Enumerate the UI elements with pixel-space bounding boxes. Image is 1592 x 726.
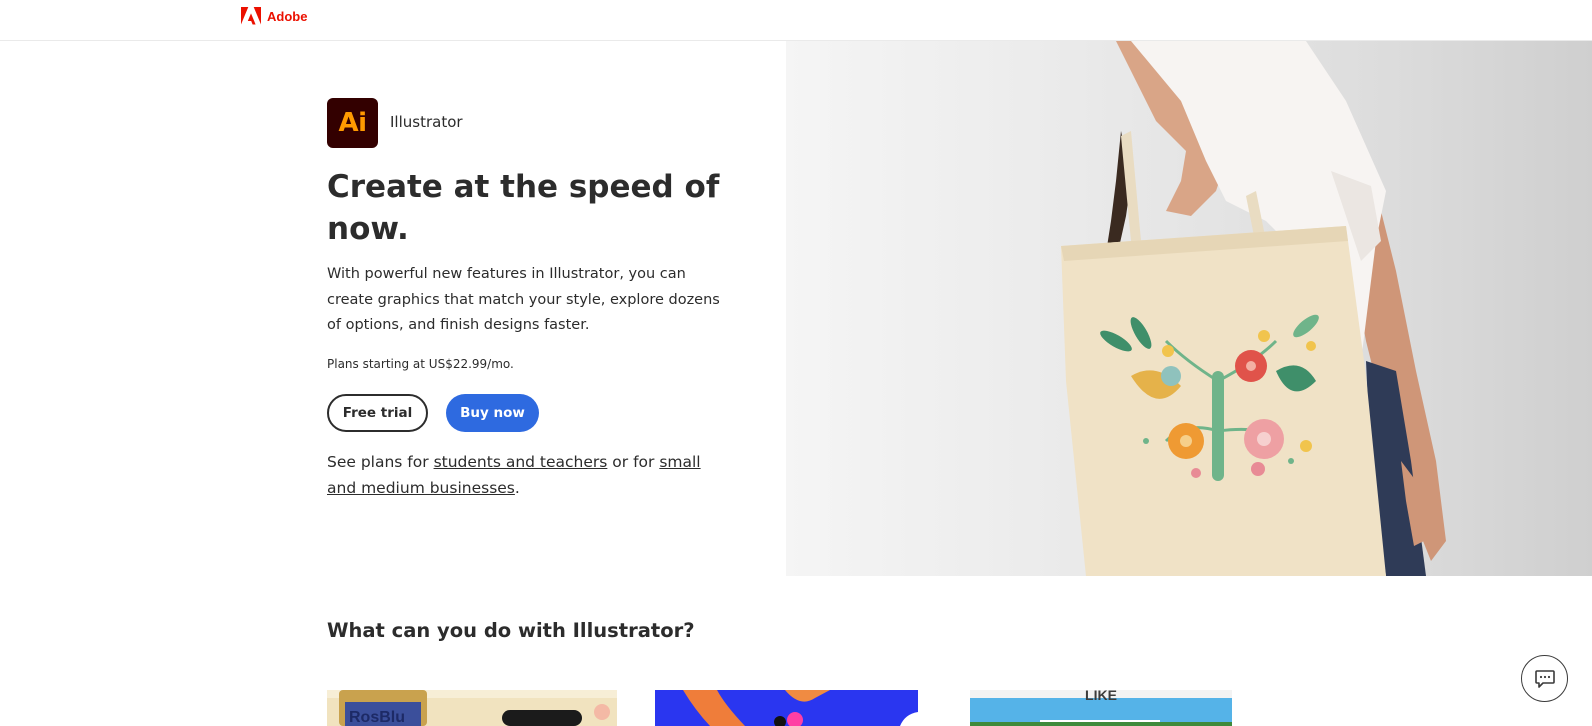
card-3-partial-text: LIKE — [1085, 690, 1117, 703]
see-plans-suffix: . — [514, 478, 520, 497]
hero-description: With powerful new features in Illustrato… — [327, 266, 720, 333]
adobe-logo-link[interactable]: Adobe — [241, 7, 307, 25]
adobe-brand-text: Adobe — [267, 8, 308, 24]
see-plans-middle: or for — [607, 453, 660, 471]
like-lettering-card[interactable]: LIKE — [970, 690, 1232, 726]
chat-bubble-icon — [1534, 669, 1555, 688]
app-tile-text: Ai — [338, 108, 367, 138]
adobe-logo-icon — [241, 7, 261, 25]
hero-headline: Create at the speed of now. — [327, 169, 720, 247]
card-1-partial-text: RosBlu — [349, 709, 405, 726]
free-trial-button[interactable]: Free trial — [327, 394, 428, 432]
chat-button[interactable] — [1521, 655, 1568, 702]
jar-artwork-card[interactable]: RosBlu — [327, 690, 617, 726]
app-name: Illustrator — [390, 113, 463, 131]
illustrator-app-icon: Ai — [327, 98, 378, 148]
hero-image — [786, 41, 1592, 576]
see-plans-text: See plans for students and teachers or f… — [327, 450, 707, 501]
see-plans-prefix: See plans for — [327, 453, 434, 471]
top-navigation: Adobe — [0, 0, 1592, 41]
abstract-illustration-card[interactable] — [655, 690, 918, 726]
students-and-teachers-link[interactable]: students and teachers — [434, 453, 608, 471]
buy-now-button[interactable]: Buy now — [446, 394, 539, 432]
plans-price-text: Plans starting at US$22.99/mo. — [327, 357, 514, 371]
section-title: What can you do with Illustrator? — [327, 619, 695, 642]
